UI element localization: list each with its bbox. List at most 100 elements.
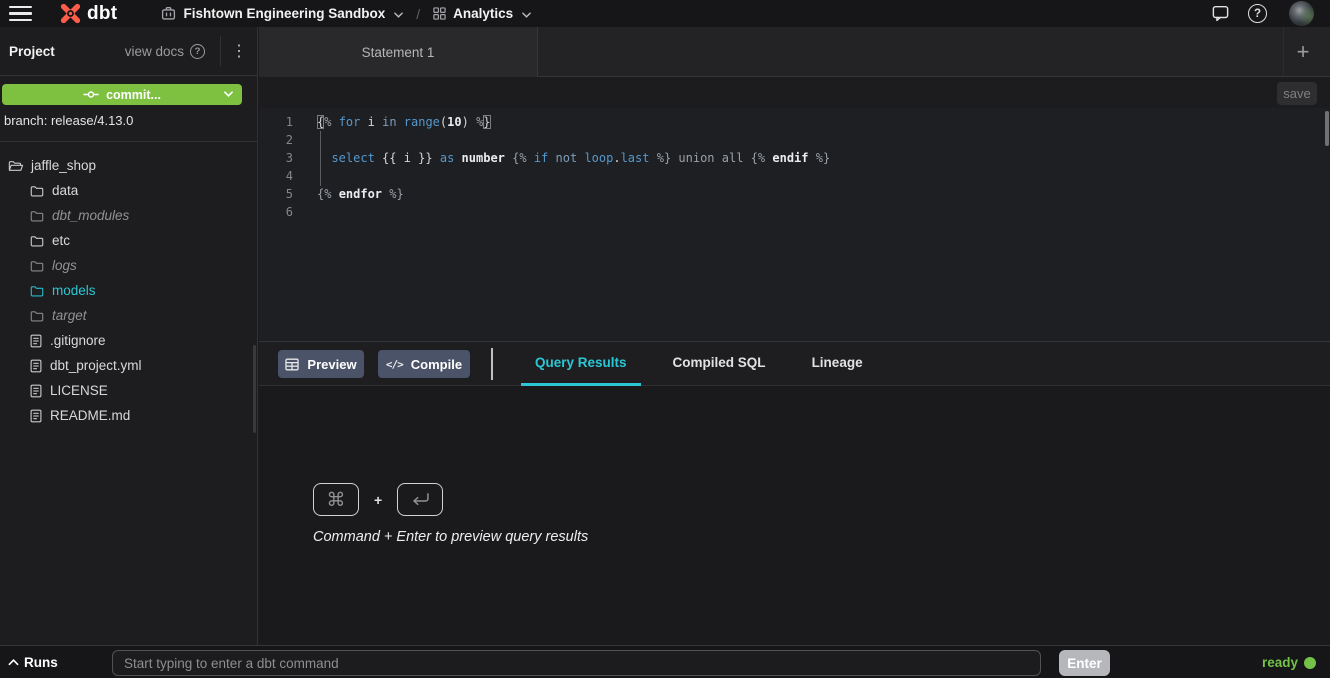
shortcut-hint: Command + Enter to preview query results: [313, 529, 588, 545]
tree-item-license[interactable]: LICENSE: [0, 378, 257, 403]
main-panel: Statement 1 + save 123456 {% for i in ra…: [259, 27, 1330, 645]
tree-item-label: target: [52, 308, 87, 323]
folder-icon: [30, 260, 44, 272]
tree-item-target[interactable]: target: [0, 303, 257, 328]
project-selector[interactable]: Analytics: [433, 6, 531, 21]
tree-item-label: dbt_modules: [52, 208, 129, 223]
results-tab-lineage[interactable]: Lineage: [798, 342, 877, 386]
folder-icon: [30, 285, 44, 297]
tree-item-logs[interactable]: logs: [0, 253, 257, 278]
folder-icon: [30, 210, 44, 222]
org-selector[interactable]: Fishtown Engineering Sandbox: [161, 6, 403, 21]
user-avatar[interactable]: [1289, 1, 1314, 26]
tree-item-jaffle-shop[interactable]: jaffle_shop: [0, 153, 257, 178]
code-icon: </>: [386, 358, 403, 371]
dbt-logo-icon: [58, 1, 83, 26]
dbt-cloud-ide: dbt Fishtown Engineering Sandbox /: [0, 0, 1330, 678]
status-text: ready: [1262, 655, 1298, 670]
grid-icon: [433, 7, 446, 20]
toolbar-divider: [491, 348, 493, 380]
tree-item-dbt-modules[interactable]: dbt_modules: [0, 203, 257, 228]
tree-item-label: LICENSE: [50, 383, 108, 398]
editor-tab-bar: Statement 1 +: [259, 27, 1330, 77]
hamburger-menu-icon[interactable]: [9, 6, 32, 21]
sidebar-scrollbar[interactable]: [253, 345, 256, 433]
help-icon[interactable]: ?: [1248, 4, 1267, 23]
code-line: [317, 167, 830, 185]
runs-label: Runs: [24, 655, 58, 670]
tree-item-label: README.md: [50, 408, 130, 423]
tree-item-label: data: [52, 183, 78, 198]
table-icon: [285, 358, 299, 371]
code-content: {% for i in range(10) %} select {{ i }} …: [317, 113, 830, 221]
project-name: Analytics: [453, 6, 513, 21]
results-tabs: Query Results Compiled SQL Lineage: [521, 342, 895, 386]
view-docs-label: view docs: [125, 44, 184, 59]
dbt-command-input[interactable]: [112, 650, 1041, 676]
folder-icon: [30, 185, 44, 197]
commit-label: commit...: [106, 88, 161, 102]
kebab-menu-icon[interactable]: ⋮: [221, 41, 257, 61]
results-tab-query-results[interactable]: Query Results: [521, 342, 641, 386]
topbar-actions: ?: [1211, 1, 1314, 26]
code-line: select {{ i }} as number {% if not loop.…: [317, 149, 830, 167]
folder-open-icon: [8, 160, 24, 172]
results-toolbar: Preview </> Compile Query Results Compile…: [259, 341, 1330, 386]
code-line: [317, 131, 830, 149]
runs-toggle[interactable]: Runs: [8, 646, 58, 678]
folder-icon: [30, 310, 44, 322]
org-name: Fishtown Engineering Sandbox: [183, 6, 385, 21]
sidebar: Project view docs ? ⋮ commit... branch: …: [0, 27, 258, 645]
tree-item-readme-md[interactable]: README.md: [0, 403, 257, 428]
tree-item-data[interactable]: data: [0, 178, 257, 203]
line-number: 5: [259, 185, 293, 203]
tree-item-models[interactable]: models: [0, 278, 257, 303]
save-button[interactable]: save: [1277, 82, 1317, 105]
tree-item-label: etc: [52, 233, 70, 248]
git-commit-icon: [83, 90, 99, 99]
tree-item-label: jaffle_shop: [31, 158, 96, 173]
preview-button[interactable]: Preview: [278, 350, 364, 378]
tree-item-gitignore[interactable]: .gitignore: [0, 328, 257, 353]
command-key: ⌘: [313, 483, 359, 516]
keyboard-shortcut: ⌘ +: [313, 483, 443, 516]
file-icon: [30, 334, 42, 348]
sidebar-title: Project: [9, 44, 55, 59]
results-content: ⌘ + Command + Enter to preview query res…: [259, 386, 1330, 645]
breadcrumb-separator: /: [416, 6, 420, 22]
code-line: {% endfor %}: [317, 185, 830, 203]
line-number-gutter: 123456: [259, 113, 293, 221]
commit-button[interactable]: commit...: [2, 84, 242, 105]
chat-icon[interactable]: [1211, 4, 1230, 23]
new-tab-button[interactable]: +: [1282, 27, 1324, 77]
tree-item-etc[interactable]: etc: [0, 228, 257, 253]
line-number: 6: [259, 203, 293, 221]
editor-scrollbar[interactable]: [1325, 111, 1329, 146]
org-icon: [161, 6, 176, 21]
tree-item-dbt-project-yml[interactable]: dbt_project.yml: [0, 353, 257, 378]
dbt-logo[interactable]: dbt: [58, 1, 117, 26]
code-editor[interactable]: 123456 {% for i in range(10) %} select {…: [259, 108, 1330, 341]
help-circle-icon: ?: [190, 44, 205, 59]
top-bar: dbt Fishtown Engineering Sandbox /: [0, 0, 1330, 27]
dbt-logo-text: dbt: [87, 3, 117, 25]
tree-item-label: .gitignore: [50, 333, 106, 348]
line-number: 3: [259, 149, 293, 167]
file-tree: jaffle_shopdata dbt_modulesetc logsmodels t…: [0, 153, 257, 428]
compile-button[interactable]: </> Compile: [378, 350, 470, 378]
tab-statement-1[interactable]: Statement 1: [259, 27, 538, 77]
code-line: [317, 203, 830, 221]
line-number: 2: [259, 131, 293, 149]
view-docs-button[interactable]: view docs ?: [125, 36, 221, 66]
compile-label: Compile: [411, 357, 462, 372]
status-dot: [1304, 657, 1316, 669]
folder-icon: [30, 235, 44, 247]
tab-label: Statement 1: [362, 45, 435, 60]
file-icon: [30, 409, 42, 423]
branch-label: branch: release/4.13.0: [4, 113, 133, 128]
sidebar-divider: [0, 141, 257, 142]
enter-key: [397, 483, 443, 516]
enter-button[interactable]: Enter: [1059, 650, 1110, 676]
results-tab-compiled-sql[interactable]: Compiled SQL: [659, 342, 780, 386]
status-indicator: ready: [1262, 646, 1316, 678]
